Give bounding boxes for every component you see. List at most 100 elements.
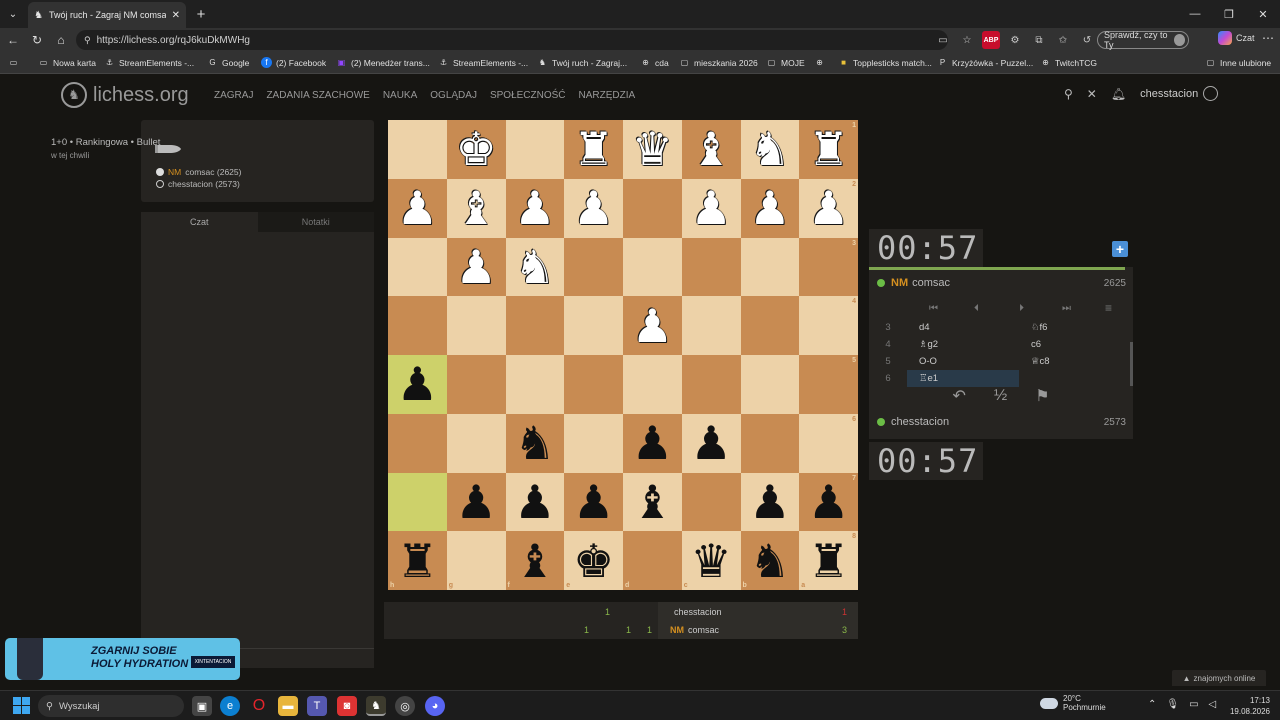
windows-start-icon[interactable] [13, 697, 30, 714]
opponent-row[interactable]: NM comsac 2625 [869, 272, 1133, 294]
board-square[interactable] [740, 355, 800, 414]
board-square[interactable]: ♜ h [388, 531, 447, 590]
system-clock[interactable]: 17:13 19.08.2026 [1226, 695, 1270, 717]
black-move[interactable]: c6 [1019, 336, 1131, 353]
white-rook-piece[interactable]: ♜ [573, 126, 614, 172]
board-square[interactable]: ♟ [564, 472, 623, 532]
board-square[interactable]: ♝ f [505, 531, 565, 590]
bookmark-item[interactable]: ⊕ [814, 57, 829, 68]
close-icon[interactable]: ✕ [1087, 87, 1097, 101]
bookmark-item[interactable]: ▭ Nowa karta [38, 57, 96, 68]
board-square[interactable]: ♟ [740, 472, 800, 532]
bookmark-item[interactable]: ⊕ TwitchTCG [1040, 57, 1097, 68]
black-bishop-piece[interactable]: ♝ [514, 538, 555, 584]
white-pawn-piece[interactable]: ♟ [573, 185, 614, 231]
black-pawn-piece[interactable]: ♟ [749, 479, 790, 525]
score-player[interactable]: NM comsac [670, 625, 719, 635]
close-tab-icon[interactable]: ✕ [172, 10, 180, 21]
black-king-piece[interactable]: ♚ [573, 538, 614, 584]
black-knight-piece[interactable]: ♞ [749, 538, 790, 584]
url-bar[interactable]: ⚲ https://lichess.org/rqJ6kuDkMWHg [76, 30, 948, 50]
split-screen-icon[interactable]: ⧉ [1030, 31, 1048, 49]
board-square[interactable] [388, 413, 447, 473]
board-square[interactable]: ♟ [446, 472, 506, 532]
board-square[interactable]: 3 [799, 237, 858, 297]
board-square[interactable] [623, 355, 682, 414]
board-square[interactable] [681, 355, 741, 414]
board-square[interactable] [740, 237, 800, 297]
board-square[interactable]: ♜ 1 [799, 120, 858, 179]
task-view-icon[interactable]: ▣ [192, 696, 212, 716]
lichess-logo[interactable]: ♞ lichess.org [61, 82, 189, 108]
site-info-icon[interactable]: ⚲ [84, 35, 91, 46]
black-move[interactable]: ♕c8 [1019, 353, 1131, 370]
bookmark-item[interactable]: ▢ mieszkania 2026 [679, 57, 758, 68]
refresh-button[interactable]: ↻ [28, 31, 46, 49]
board-square[interactable]: ♝ [681, 120, 741, 179]
reading-list-icon[interactable]: ▭ [8, 57, 19, 68]
board-square[interactable]: ♟ [505, 472, 565, 532]
board-square[interactable]: ♞ [505, 237, 565, 297]
black-pawn-piece[interactable]: ♟ [456, 479, 497, 525]
white-rook-piece[interactable]: ♜ [808, 126, 849, 172]
board-square[interactable]: d [623, 531, 682, 590]
extensions-icon[interactable]: ⚙ [1006, 31, 1024, 49]
add-time-button[interactable]: + [1112, 241, 1128, 257]
white-pawn-piece[interactable]: ♟ [456, 244, 497, 290]
weather-widget[interactable]: 20°C Pochmurnie [1040, 694, 1106, 712]
notifications-bell-icon[interactable]: 🔔︎ [1111, 87, 1126, 101]
board-square[interactable] [446, 296, 506, 355]
board-square[interactable]: ♞ b [740, 531, 800, 590]
bookmark-item[interactable]: ⚓ StreamElements -... [104, 57, 194, 68]
board-square[interactable]: ♛ [623, 120, 682, 179]
board-square[interactable] [505, 120, 565, 179]
black-pawn-piece[interactable]: ♟ [397, 361, 438, 407]
search-icon[interactable]: ⚲ [1064, 87, 1073, 101]
board-square[interactable] [623, 237, 682, 297]
board-square[interactable]: ♞ [740, 120, 800, 179]
board-square[interactable]: ♟ [681, 178, 741, 238]
black-bishop-piece[interactable]: ♝ [632, 479, 673, 525]
last-move-icon[interactable]: ⏭ [1062, 303, 1071, 314]
white-pawn-piece[interactable]: ♟ [808, 185, 849, 231]
board-square[interactable] [681, 237, 741, 297]
nav-item[interactable]: NAUKA [383, 90, 417, 101]
tab-notes[interactable]: Notatki [257, 212, 374, 232]
other-bookmarks[interactable]: ▢ Inne ulubione [1205, 57, 1271, 68]
board-square[interactable]: ♛ c [681, 531, 741, 590]
black-knight-piece[interactable]: ♞ [514, 420, 555, 466]
opera-icon[interactable]: O [249, 696, 269, 716]
player-row[interactable]: chesstacion 2573 [869, 411, 1133, 433]
player-black[interactable]: chesstacion (2573) [156, 179, 240, 189]
bookmark-item[interactable]: ⚓ StreamElements -... [438, 57, 528, 68]
board-square[interactable]: ♟ [623, 296, 682, 355]
reader-icon[interactable]: ▭ [934, 31, 952, 49]
black-pawn-piece[interactable]: ♟ [573, 479, 614, 525]
app2-icon[interactable]: ◎ [395, 696, 415, 716]
black-pawn-piece[interactable]: ♟ [691, 420, 732, 466]
white-king-piece[interactable]: ♚ [456, 126, 497, 172]
white-knight-piece[interactable]: ♞ [514, 244, 555, 290]
copilot-button[interactable]: Czat [1218, 31, 1255, 45]
white-bishop-piece[interactable]: ♝ [691, 126, 732, 172]
board-square[interactable]: ♟ [446, 237, 506, 297]
nav-item[interactable]: SPOŁECZNOŚĆ [490, 90, 566, 101]
nav-item[interactable]: NARZĘDZIA [579, 90, 636, 101]
minimize-button[interactable]: — [1178, 0, 1212, 28]
favorite-icon[interactable]: ☆ [958, 31, 976, 49]
board-square[interactable]: ♜ [564, 120, 623, 179]
black-rook-piece[interactable]: ♜ [808, 538, 849, 584]
board-square[interactable] [564, 355, 623, 414]
taskbar-search[interactable]: ⚲ Wyszukaj [38, 695, 184, 717]
user-menu[interactable]: chesstacion [1140, 86, 1219, 101]
black-pawn-piece[interactable]: ♟ [514, 479, 555, 525]
home-button[interactable]: ⌂ [52, 31, 70, 49]
favorites-icon[interactable]: ✩ [1054, 31, 1072, 49]
board-square[interactable] [505, 355, 565, 414]
board-square[interactable]: ♞ [505, 413, 565, 473]
tab-actions-icon[interactable]: ⌄ [4, 5, 22, 23]
bookmark-item[interactable]: G Google [207, 57, 249, 68]
white-pawn-piece[interactable]: ♟ [691, 185, 732, 231]
more-icon[interactable]: ⋯ [1262, 31, 1274, 45]
board-square[interactable]: ♟ [623, 413, 682, 473]
